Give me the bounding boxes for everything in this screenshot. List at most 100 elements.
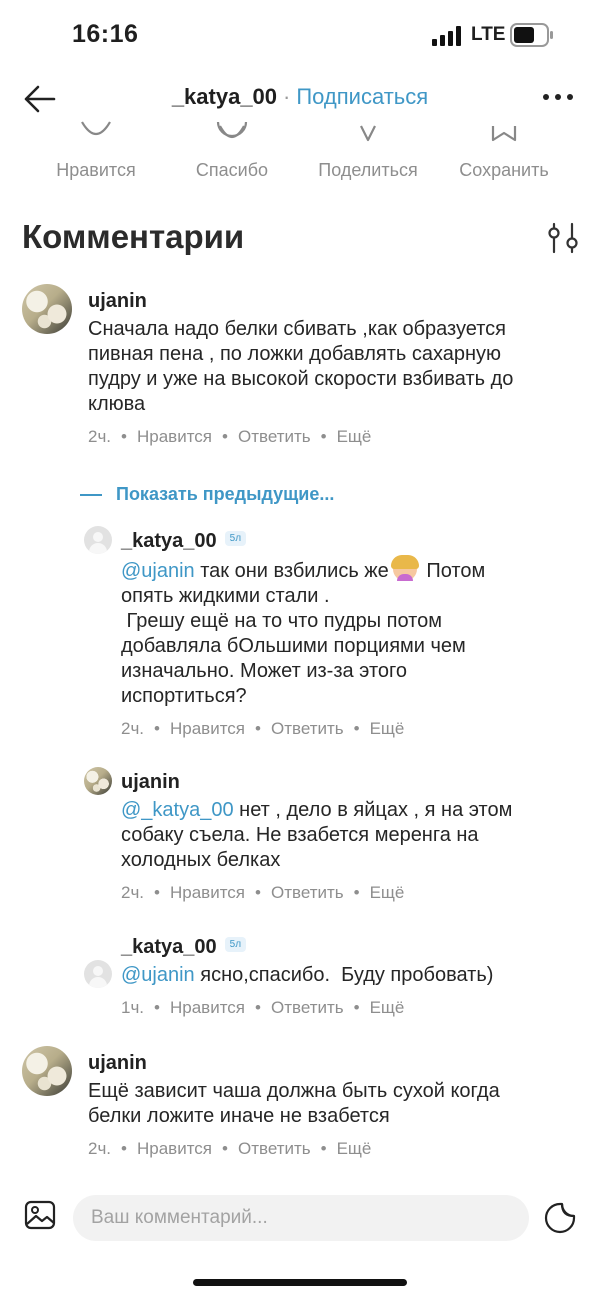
reply-link[interactable]: Ответить bbox=[238, 1139, 311, 1158]
like-link[interactable]: Нравится bbox=[170, 719, 245, 738]
comment-text: Сначала надо белки сбивать ,как образует… bbox=[88, 317, 588, 417]
like-link[interactable]: Нравится bbox=[137, 1139, 212, 1158]
more-link[interactable]: Ещё bbox=[370, 883, 405, 902]
like-action[interactable]: Нравится bbox=[36, 120, 156, 181]
comment-username[interactable]: ujanin bbox=[88, 290, 588, 313]
more-link[interactable]: Ещё bbox=[337, 427, 372, 446]
header-separator: · bbox=[283, 84, 291, 109]
shrug-emoji-icon bbox=[390, 555, 419, 581]
mention-link[interactable]: @ujanin bbox=[121, 560, 195, 582]
comment-meta: 2ч. • Нравится • Ответить • Ещё bbox=[88, 1139, 372, 1158]
thanks-action-label: Спасибо bbox=[195, 160, 269, 180]
home-indicator bbox=[193, 1279, 407, 1286]
age-badge: 5л bbox=[224, 531, 247, 547]
avatar[interactable] bbox=[22, 284, 72, 334]
comment-meta: 2ч. • Нравится • Ответить • Ещё bbox=[121, 719, 405, 738]
comment-line: опять жидкими стали . bbox=[121, 585, 330, 607]
comment-input[interactable]: Ваш комментарий... bbox=[73, 1195, 529, 1241]
show-previous-button[interactable]: Показать предыдущие... bbox=[80, 484, 334, 505]
sticker-icon[interactable] bbox=[543, 1201, 577, 1235]
comment-time: 1ч. bbox=[121, 998, 145, 1017]
avatar[interactable] bbox=[84, 960, 112, 988]
thanks-action[interactable]: Спасибо bbox=[172, 120, 292, 181]
dash-line bbox=[80, 494, 102, 497]
mention-link[interactable]: @ujanin bbox=[121, 964, 195, 986]
image-icon[interactable] bbox=[24, 1199, 56, 1231]
reply-comment: _katya_00 5л @ujanin так они взбились же … bbox=[121, 530, 581, 739]
comment-meta: 1ч. • Нравится • Ответить • Ещё bbox=[121, 998, 405, 1017]
network-label: LTE bbox=[471, 24, 506, 45]
comment-username[interactable]: ujanin bbox=[88, 1052, 588, 1075]
comment-line-text: ясно,спасибо. Буду пробовать) bbox=[194, 964, 494, 986]
header-username[interactable]: _katya_00 bbox=[172, 84, 277, 109]
like-link[interactable]: Нравится bbox=[170, 883, 245, 902]
comment-line: Грешу ещё на то что пудры потом bbox=[121, 610, 442, 632]
save-action[interactable]: Сохранить bbox=[444, 120, 564, 181]
bookmark-icon bbox=[444, 120, 564, 150]
comment-line: белки ложите иначе не взабется bbox=[88, 1105, 390, 1127]
comment-username-text[interactable]: _katya_00 bbox=[121, 530, 217, 552]
comment-text: @ujanin ясно,спасибо. Буду пробовать) bbox=[121, 963, 581, 988]
comment-line: пивная пена , по ложки добавлять сахарну… bbox=[88, 343, 502, 365]
save-action-label: Сохранить bbox=[459, 160, 549, 180]
comment-line: клюва bbox=[88, 393, 146, 415]
like-link[interactable]: Нравится bbox=[170, 998, 245, 1017]
battery-icon bbox=[510, 23, 553, 47]
comment-line: холодных белках bbox=[121, 849, 281, 871]
smile-icon bbox=[172, 120, 292, 150]
more-options-icon[interactable] bbox=[540, 90, 576, 104]
comment-line-text: так они взбились же bbox=[194, 560, 389, 582]
comment-line: собаку съела. Не взабется меренга на bbox=[121, 824, 479, 846]
comment-line: Ещё зависит чаша должна быть сухой когда bbox=[88, 1080, 500, 1102]
comment-line: изначально. Может из-за этого bbox=[121, 660, 407, 682]
avatar[interactable] bbox=[84, 526, 112, 554]
like-link[interactable]: Нравится bbox=[137, 427, 212, 446]
comment-username: _katya_00 5л bbox=[121, 530, 581, 553]
mention-link[interactable]: @_katya_00 bbox=[121, 799, 234, 821]
avatar[interactable] bbox=[84, 767, 112, 795]
like-action-label: Нравится bbox=[56, 160, 136, 180]
comment: ujanin Сначала надо белки сбивать ,как о… bbox=[88, 290, 588, 447]
comment-username: _katya_00 5л bbox=[121, 936, 581, 959]
more-link[interactable]: Ещё bbox=[370, 719, 405, 738]
reply-link[interactable]: Ответить bbox=[238, 427, 311, 446]
comment-input-placeholder: Ваш комментарий... bbox=[91, 1207, 268, 1228]
comment-text: Ещё зависит чаша должна быть сухой когда… bbox=[88, 1079, 588, 1129]
signal-icon bbox=[432, 26, 461, 46]
more-link[interactable]: Ещё bbox=[337, 1139, 372, 1158]
status-time: 16:16 bbox=[72, 20, 139, 48]
heart-icon bbox=[36, 120, 156, 150]
reply-link[interactable]: Ответить bbox=[271, 998, 344, 1017]
share-action-label: Поделиться bbox=[318, 160, 418, 180]
comment-time: 2ч. bbox=[121, 883, 145, 902]
comment: ujanin Ещё зависит чаша должна быть сухо… bbox=[88, 1052, 588, 1159]
subscribe-button[interactable]: Подписаться bbox=[296, 84, 428, 109]
comment-line: Сначала надо белки сбивать ,как образует… bbox=[88, 318, 506, 340]
comment-text: @_katya_00 нет , дело в яйцах , я на это… bbox=[121, 798, 581, 873]
share-icon bbox=[308, 120, 428, 150]
comment-line: испортиться? bbox=[121, 685, 247, 707]
avatar[interactable] bbox=[22, 1046, 72, 1096]
age-badge: 5л bbox=[224, 937, 247, 953]
share-action[interactable]: Поделиться bbox=[308, 120, 428, 181]
more-link[interactable]: Ещё bbox=[370, 998, 405, 1017]
comment-line-text: Потом bbox=[420, 560, 486, 582]
comment-meta: 2ч. • Нравится • Ответить • Ещё bbox=[88, 427, 372, 446]
comment-username[interactable]: ujanin bbox=[121, 771, 581, 794]
comment-time: 2ч. bbox=[121, 719, 145, 738]
comment-meta: 2ч. • Нравится • Ответить • Ещё bbox=[121, 883, 405, 902]
comment-line: @ujanin так они взбились же Потом bbox=[121, 555, 581, 584]
comment-line: пудру и уже на высокой скорости взбивать… bbox=[88, 368, 514, 390]
comment-username-text[interactable]: _katya_00 bbox=[121, 936, 217, 958]
comment-time: 2ч. bbox=[88, 427, 112, 446]
header-title: _katya_00 · Подписаться bbox=[0, 84, 600, 114]
reply-comment: _katya_00 5л @ujanin ясно,спасибо. Буду п… bbox=[121, 936, 581, 1018]
comment-line: @_katya_00 нет , дело в яйцах , я на это… bbox=[121, 798, 581, 823]
reply-comment: ujanin @_katya_00 нет , дело в яйцах , я… bbox=[121, 771, 581, 903]
show-previous-label: Показать предыдущие... bbox=[116, 484, 335, 504]
comment-text: @ujanin так они взбились же Потом опять … bbox=[121, 555, 581, 709]
comment-line-text: нет , дело в яйцах , я на этом bbox=[233, 799, 513, 821]
reply-link[interactable]: Ответить bbox=[271, 883, 344, 902]
filter-icon[interactable] bbox=[546, 222, 580, 254]
reply-link[interactable]: Ответить bbox=[271, 719, 344, 738]
